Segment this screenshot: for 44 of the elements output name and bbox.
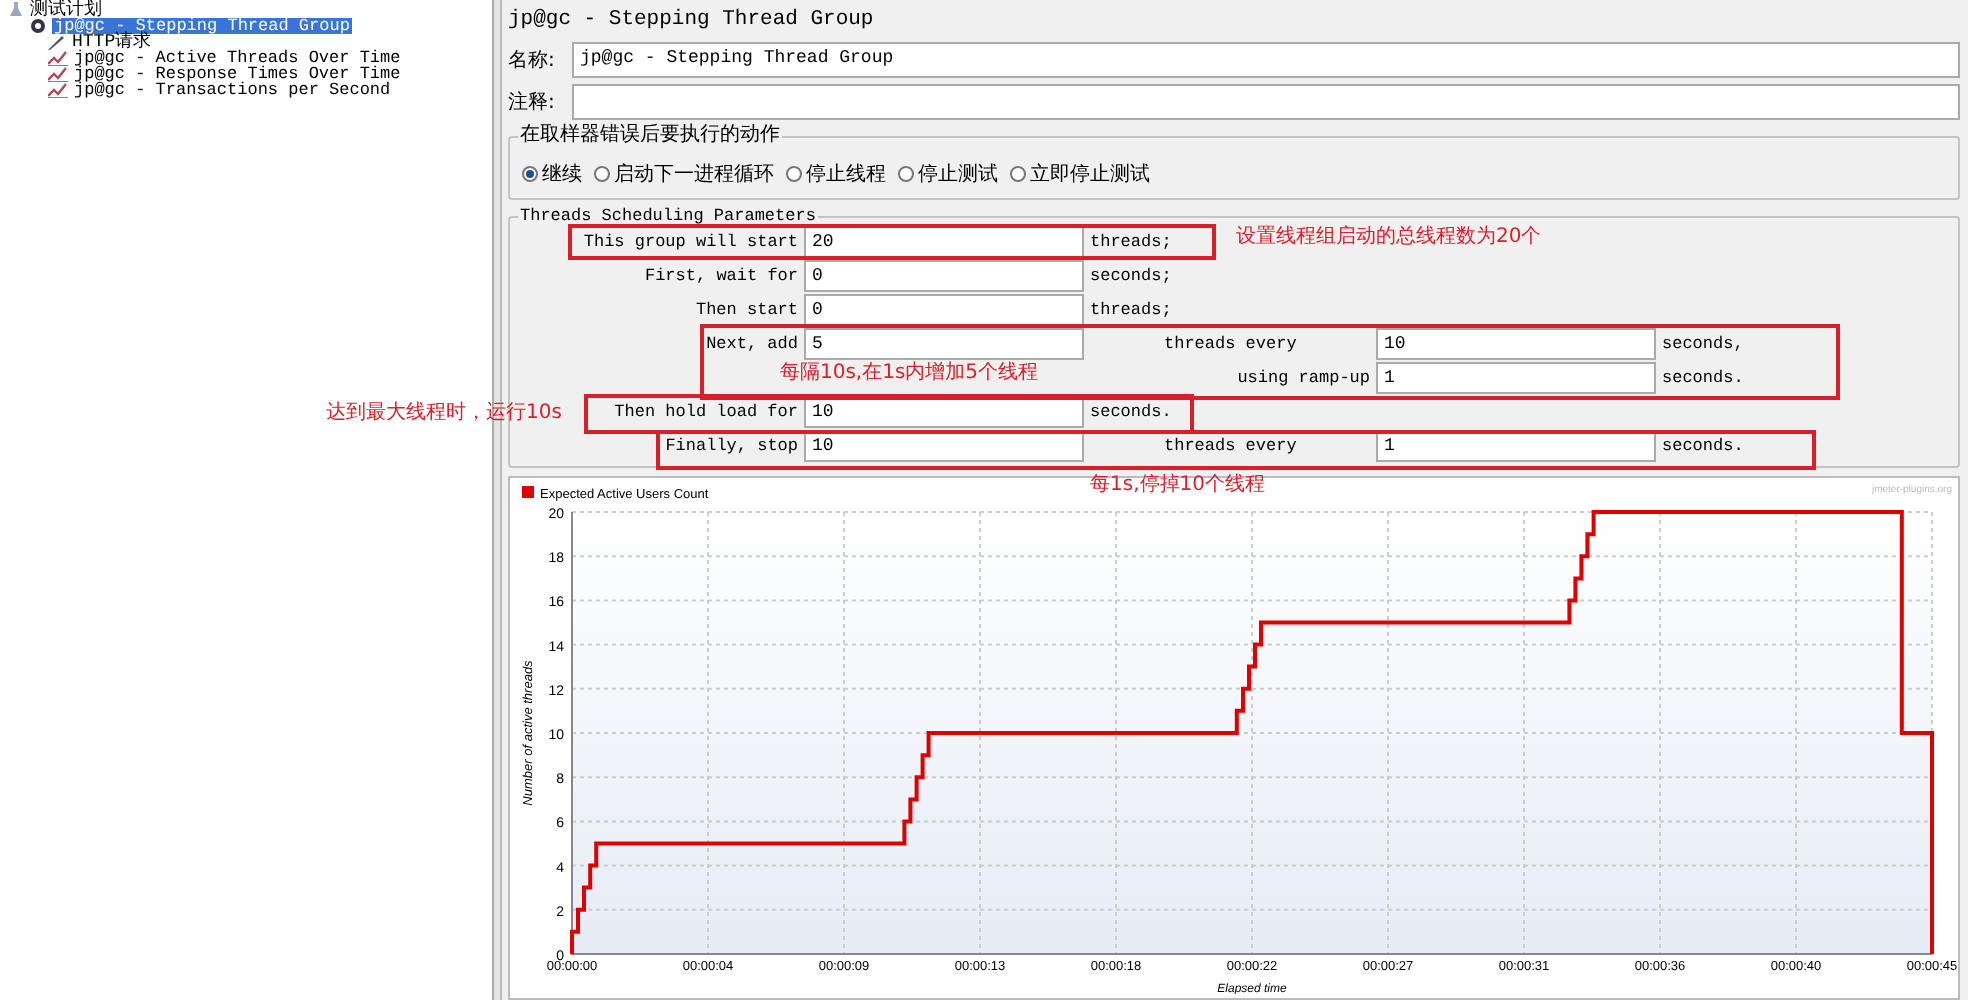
unit-label: seconds,: [1660, 332, 1746, 358]
group-title: 在取样器错误后要执行的动作: [518, 124, 782, 148]
field-label: using ramp-up: [1235, 366, 1372, 392]
comment-field[interactable]: [572, 83, 1960, 119]
radio-option[interactable]: 启动下一进程循环: [594, 160, 774, 188]
number-field[interactable]: 5: [804, 328, 1084, 360]
field-label: 注释:: [508, 89, 557, 115]
field-label: Then hold load for: [612, 400, 800, 426]
unit-label: seconds;: [1088, 264, 1174, 290]
field-label: threads every: [1162, 332, 1297, 358]
radio-option[interactable]: 继续: [522, 160, 582, 188]
number-field[interactable]: 0: [804, 260, 1084, 292]
tree-item[interactable]: jp@gc - Stepping Thread Group: [52, 18, 352, 34]
tree-item[interactable]: jp@gc - Response Times Over Time: [72, 66, 403, 82]
annotation-text: 达到最大线程时，运行10s: [326, 402, 562, 426]
field-label: Next, add: [704, 332, 800, 358]
field-label: 名称:: [508, 47, 557, 73]
pen-icon: [48, 34, 66, 50]
field-label: threads every: [1162, 434, 1297, 460]
unit-label: threads;: [1088, 298, 1174, 324]
number-field[interactable]: 0: [804, 294, 1084, 326]
tree-item[interactable]: jp@gc - Active Threads Over Time: [72, 50, 403, 66]
unit-label: seconds.: [1088, 400, 1174, 426]
number-field[interactable]: 10: [1376, 328, 1656, 360]
field-label: This group will start: [581, 230, 800, 256]
flask-icon: [8, 2, 24, 18]
tree-item[interactable]: HTTP请求: [70, 34, 154, 50]
radio-option[interactable]: 立即停止测试: [1010, 160, 1150, 188]
annotation-text: 每隔10s,在1s内增加5个线程: [780, 362, 1039, 386]
unit-label: threads;: [1088, 230, 1174, 256]
unit-label: seconds.: [1660, 366, 1746, 392]
gear-icon: [28, 18, 48, 34]
tree-item[interactable]: jp@gc - Transactions per Second: [72, 82, 393, 98]
field-label: Then start: [693, 298, 800, 324]
radio-option[interactable]: 停止测试: [898, 160, 998, 188]
annotation-text: 设置线程组启动的总线程数为20个: [1236, 226, 1542, 250]
field-label: Finally, stop: [663, 434, 800, 460]
field-label: First, wait for: [642, 264, 800, 290]
name-field[interactable]: jp@gc - Stepping Thread Group: [572, 41, 1960, 77]
unit-label: seconds.: [1660, 434, 1746, 460]
number-field[interactable]: 1: [1376, 362, 1656, 394]
annotation-text: 每1s,停掉10个线程: [1090, 474, 1265, 498]
radio-option[interactable]: 停止线程: [786, 160, 886, 188]
panel-title: jp@gc - Stepping Thread Group: [508, 6, 876, 36]
